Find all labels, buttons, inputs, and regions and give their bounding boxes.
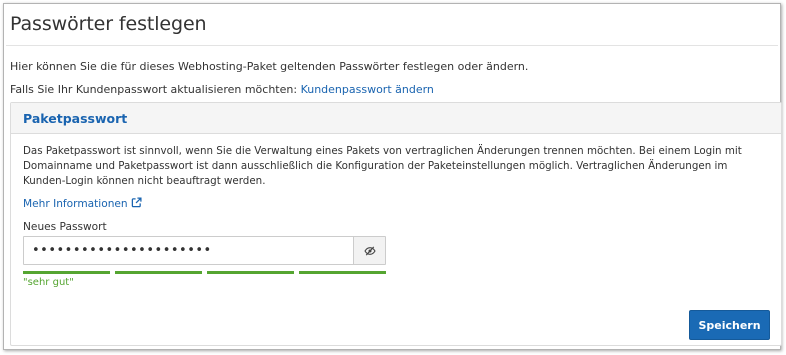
page-title: Passwörter festlegen <box>10 13 207 35</box>
password-strength-meter <box>23 271 386 274</box>
strength-segment <box>207 271 294 274</box>
more-info-label: Mehr Informationen <box>23 198 128 210</box>
window-frame: Passwörter festlegen Hier können Sie die… <box>3 3 782 350</box>
customer-password-prompt: Falls Sie Ihr Kundenpasswort aktualisier… <box>10 83 298 96</box>
strength-segment <box>23 271 110 274</box>
password-strength-label: "sehr gut" <box>23 277 74 288</box>
more-info-link[interactable]: Mehr Informationen <box>23 197 142 211</box>
title-divider <box>6 45 778 46</box>
panel-description: Das Paketpasswort ist sinnvoll, wenn Sie… <box>23 145 742 187</box>
panel-header: Paketpasswort <box>11 103 781 134</box>
external-link-icon <box>131 197 142 211</box>
package-password-panel: Paketpasswort Das Paketpasswort ist sinn… <box>10 102 782 346</box>
save-button[interactable]: Speichern <box>689 310 770 340</box>
customer-password-hint: Falls Sie Ihr Kundenpasswort aktualisier… <box>10 83 434 96</box>
intro-text: Hier können Sie die für dieses Webhostin… <box>10 60 529 73</box>
new-password-field[interactable] <box>24 237 353 264</box>
eye-slash-icon <box>363 241 376 260</box>
new-password-label: Neues Passwort <box>23 221 107 233</box>
password-input-group <box>23 236 386 265</box>
toggle-password-visibility-button[interactable] <box>353 237 385 264</box>
change-customer-password-link[interactable]: Kundenpasswort ändern <box>301 83 434 96</box>
strength-segment <box>115 271 202 274</box>
strength-segment <box>299 271 386 274</box>
